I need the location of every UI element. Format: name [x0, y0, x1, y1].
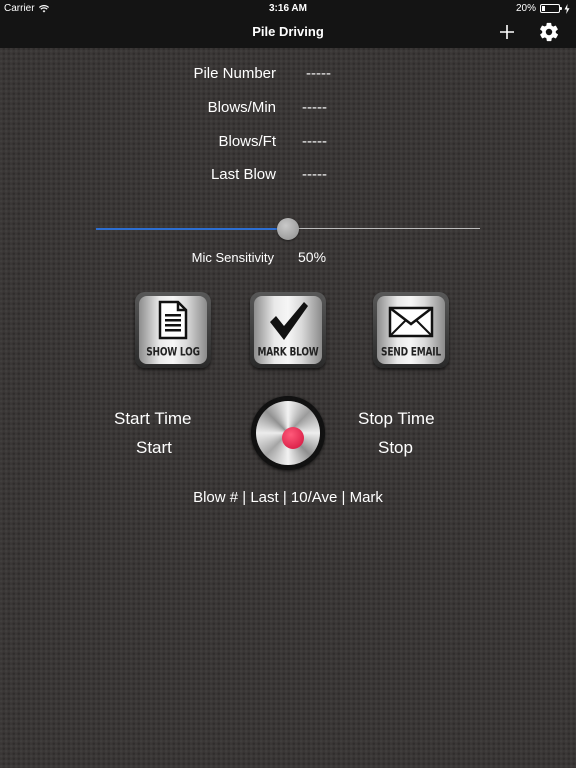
- blows-min-value: -----: [302, 99, 327, 116]
- record-button-ring: [256, 401, 320, 465]
- status-right: 20%: [516, 3, 570, 14]
- battery-fill: [542, 6, 545, 11]
- checkmark-icon: [254, 300, 322, 342]
- slider-track-empty[interactable]: [288, 228, 480, 229]
- battery-tip: [560, 7, 562, 10]
- settings-button[interactable]: [538, 21, 560, 43]
- blows-ft-value: -----: [302, 133, 327, 150]
- blows-min-label: Blows/Min: [207, 99, 276, 116]
- last-blow-value: -----: [302, 166, 327, 183]
- document-icon: [139, 300, 207, 340]
- pile-number-label: Pile Number: [193, 65, 276, 82]
- mark-blow-button[interactable]: MARK BLOW: [250, 292, 326, 368]
- record-icon: [282, 427, 304, 449]
- blows-ft-label: Blows/Ft: [218, 133, 276, 150]
- show-log-button-face: SHOW LOG: [139, 296, 207, 364]
- navigation-bar: Pile Driving: [0, 18, 576, 48]
- page-title: Pile Driving: [252, 24, 324, 39]
- status-bar: Carrier 3:16 AM 20%: [0, 0, 576, 18]
- plus-icon: [500, 25, 514, 39]
- mark-blow-label: MARK BLOW: [257, 346, 319, 360]
- send-email-button-face: SEND EMAIL: [377, 296, 445, 364]
- pile-number-value: -----: [306, 65, 331, 82]
- send-email-label: SEND EMAIL: [381, 346, 441, 360]
- battery-icon: [540, 4, 562, 13]
- show-log-label: SHOW LOG: [146, 346, 200, 360]
- send-email-button[interactable]: SEND EMAIL: [373, 292, 449, 368]
- envelope-icon: [377, 306, 445, 338]
- stop-time-value: Stop: [378, 438, 413, 457]
- stop-time-label: Stop Time: [358, 409, 435, 428]
- slider-track-filled[interactable]: [96, 228, 288, 230]
- add-button[interactable]: [496, 21, 518, 43]
- battery-percent: 20%: [515, 3, 536, 14]
- mark-blow-button-face: MARK BLOW: [254, 296, 322, 364]
- status-time: 3:16 AM: [269, 3, 307, 14]
- mic-sensitivity-label: Mic Sensitivity: [191, 250, 274, 265]
- show-log-button[interactable]: SHOW LOG: [135, 292, 211, 368]
- blow-table-header: Blow # | Last | 10/Ave | Mark: [193, 489, 383, 506]
- record-button[interactable]: [251, 396, 325, 470]
- mic-sensitivity-value: 50%: [298, 249, 327, 265]
- charging-icon: [564, 3, 570, 14]
- last-blow-label: Last Blow: [210, 166, 276, 183]
- start-time-value: Start: [136, 438, 172, 457]
- start-time-label: Start Time: [114, 409, 192, 428]
- slider-thumb[interactable]: [277, 218, 299, 240]
- gear-icon: [540, 22, 559, 42]
